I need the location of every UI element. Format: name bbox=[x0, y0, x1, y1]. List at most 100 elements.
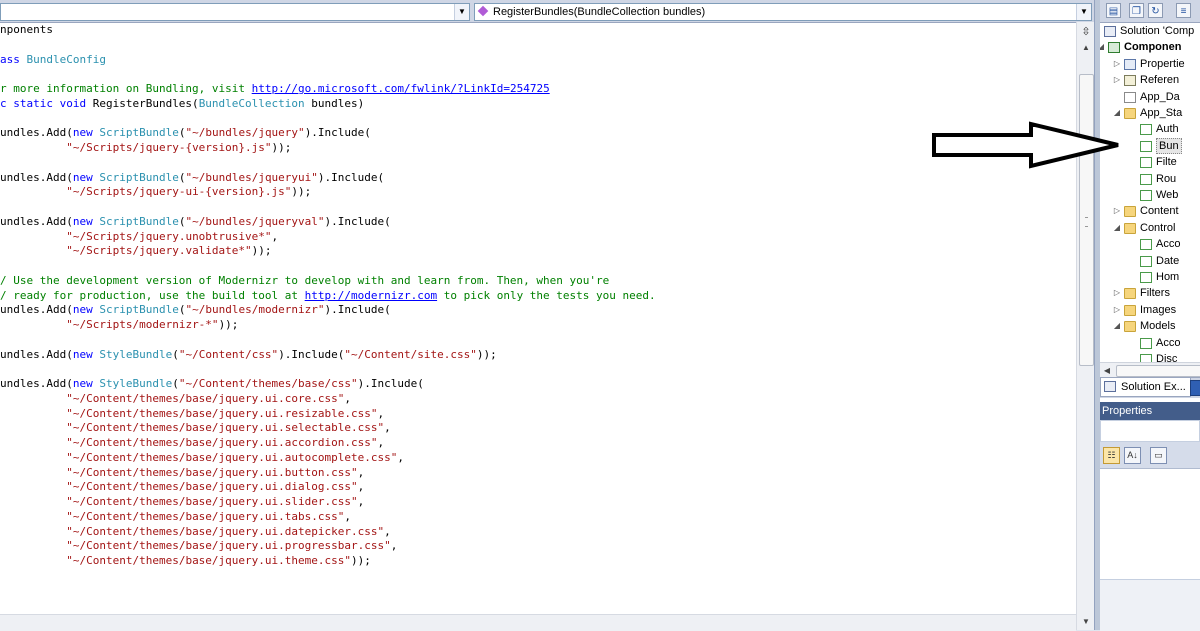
code-line[interactable]: "~/Content/themes/base/jquery.ui.resizab… bbox=[0, 407, 384, 422]
code-editor[interactable]: ▼ RegisterBundles(BundleCollection bundl… bbox=[0, 0, 1095, 631]
code-token: new bbox=[72, 303, 100, 317]
code-line[interactable]: ass BundleConfig bbox=[0, 53, 106, 68]
scrollbar-thumb[interactable] bbox=[1116, 365, 1200, 377]
code-line[interactable]: "~/Content/themes/base/jquery.ui.progres… bbox=[0, 539, 397, 554]
file-icon bbox=[1124, 91, 1136, 103]
expand-icon[interactable]: ▷ bbox=[1112, 203, 1122, 219]
chevron-down-icon[interactable]: ▼ bbox=[1076, 4, 1091, 20]
alphabetical-icon[interactable]: A↓ bbox=[1124, 447, 1141, 464]
expand-icon[interactable]: ▷ bbox=[1112, 285, 1122, 301]
code-link[interactable]: http://go.microsoft.com/fwlink/?LinkId=2… bbox=[252, 82, 550, 95]
code-token: )); bbox=[351, 554, 371, 567]
scroll-down-arrow-icon[interactable]: ▼ bbox=[1077, 614, 1095, 630]
properties-grid[interactable] bbox=[1100, 469, 1200, 579]
editor-bottom-bar bbox=[0, 614, 1076, 631]
code-text-area[interactable]: nponents ass BundleConfig r more informati… bbox=[0, 22, 1076, 614]
code-token: BundleCollection bbox=[198, 96, 305, 110]
categorized-icon[interactable]: ☷ bbox=[1103, 447, 1120, 464]
code-token: "~/Content/themes/base/jquery.ui.progres… bbox=[66, 539, 391, 553]
code-token: ( bbox=[172, 347, 179, 361]
solution-explorer-icon bbox=[1104, 381, 1116, 392]
tree-horizontal-scrollbar[interactable]: ◀ bbox=[1100, 362, 1200, 378]
code-line[interactable]: "~/Scripts/jquery-ui-{version}.js")); bbox=[0, 185, 311, 200]
code-line[interactable]: "~/Content/themes/base/jquery.ui.core.cs… bbox=[0, 392, 351, 407]
tab-solution-explorer[interactable]: Solution Ex... bbox=[1100, 378, 1191, 397]
code-line[interactable]: / Use the development version of Moderni… bbox=[0, 274, 609, 289]
code-line[interactable]: "~/Content/themes/base/jquery.ui.tabs.cs… bbox=[0, 510, 351, 525]
code-line[interactable]: "~/Content/themes/base/jquery.ui.slider.… bbox=[0, 495, 364, 510]
code-line[interactable]: c static void RegisterBundles(BundleColl… bbox=[0, 97, 364, 112]
code-token: bundles) bbox=[304, 96, 365, 110]
cs-icon bbox=[1140, 157, 1152, 169]
code-line[interactable]: / ready for production, use the build to… bbox=[0, 289, 656, 304]
refresh-icon[interactable]: ↻ bbox=[1148, 3, 1163, 18]
code-token: "~/Content/site.css" bbox=[344, 347, 477, 361]
code-token: "~/Content/themes/base/jquery.ui.autocom… bbox=[66, 450, 398, 464]
type-dropdown[interactable]: ▼ bbox=[0, 3, 470, 21]
code-token: ScriptBundle bbox=[99, 214, 179, 228]
scroll-up-arrow-icon[interactable]: ▲ bbox=[1077, 40, 1095, 56]
tab-team-explorer[interactable] bbox=[1190, 380, 1200, 396]
code-line[interactable]: "~/Scripts/jquery-{version}.js")); bbox=[0, 141, 291, 156]
cs-icon bbox=[1140, 173, 1152, 185]
code-line[interactable]: "~/Scripts/jquery.validate*")); bbox=[0, 244, 271, 259]
collapse-icon[interactable]: ◢ bbox=[1112, 318, 1122, 334]
properties-icon[interactable]: ▤ bbox=[1106, 3, 1121, 18]
chevron-down-icon[interactable]: ▼ bbox=[454, 4, 469, 20]
code-token: "~/Content/themes/base/jquery.ui.resizab… bbox=[66, 406, 378, 420]
collapse-icon[interactable]: ◢ bbox=[1112, 220, 1122, 236]
member-dropdown-value: RegisterBundles(BundleCollection bundles… bbox=[493, 6, 706, 18]
code-line[interactable]: undles.Add(new ScriptBundle("~/bundles/j… bbox=[0, 215, 391, 230]
expand-icon[interactable]: ▷ bbox=[1112, 56, 1122, 72]
code-token: new bbox=[72, 214, 100, 228]
code-token: "~/Scripts/jquery-ui-{version}.js" bbox=[66, 185, 292, 199]
code-line[interactable]: "~/Scripts/modernizr-*")); bbox=[0, 318, 238, 333]
code-line[interactable]: undles.Add(new StyleBundle("~/Content/th… bbox=[0, 377, 424, 392]
code-line[interactable]: nponents bbox=[0, 23, 53, 38]
code-line[interactable]: "~/Content/themes/base/jquery.ui.button.… bbox=[0, 466, 364, 481]
code-line[interactable]: r more information on Bundling, visit ht… bbox=[0, 82, 550, 97]
property-pages-icon[interactable]: ▭ bbox=[1150, 447, 1167, 464]
scroll-left-arrow-icon[interactable]: ◀ bbox=[1100, 363, 1114, 378]
vertical-scrollbar[interactable]: ⇳ ▲ ▼ bbox=[1076, 22, 1095, 630]
tree-item-label: App_Sta bbox=[1140, 107, 1183, 119]
annotation-arrow-icon bbox=[932, 121, 1119, 169]
code-line[interactable]: "~/Content/themes/base/jquery.ui.selecta… bbox=[0, 421, 391, 436]
code-line[interactable]: undles.Add(new ScriptBundle("~/bundles/j… bbox=[0, 171, 384, 186]
code-token: new bbox=[72, 347, 100, 361]
view-code-icon[interactable]: ≡ bbox=[1176, 3, 1191, 18]
collapse-icon[interactable]: ◢ bbox=[1100, 39, 1106, 55]
sol-icon bbox=[1104, 26, 1116, 37]
props-icon bbox=[1124, 58, 1136, 70]
code-token: "~/Content/themes/base/css" bbox=[178, 377, 358, 390]
code-line[interactable]: "~/Content/themes/base/jquery.ui.accordi… bbox=[0, 436, 384, 451]
code-line[interactable]: undles.Add(new ScriptBundle("~/bundles/j… bbox=[0, 126, 371, 141]
code-link[interactable]: http://modernizr.com bbox=[305, 289, 437, 302]
code-line[interactable]: "~/Content/themes/base/jquery.ui.autocom… bbox=[0, 451, 404, 466]
cs-icon bbox=[1140, 239, 1152, 251]
folder-icon bbox=[1124, 288, 1136, 300]
code-line[interactable]: undles.Add(new ScriptBundle("~/bundles/m… bbox=[0, 303, 391, 318]
code-token: ).Include( bbox=[317, 170, 385, 184]
show-all-files-icon[interactable]: ❐ bbox=[1129, 3, 1144, 18]
code-token: ScriptBundle bbox=[99, 170, 179, 184]
grip-icon bbox=[1085, 217, 1088, 227]
split-window-icon[interactable]: ⇳ bbox=[1080, 26, 1092, 38]
code-token: "~/Content/themes/base/jquery.ui.core.cs… bbox=[66, 391, 345, 405]
solution-tree[interactable]: Solution 'Comp ◢ Componen ▷ Propertie ▷ Refere… bbox=[1100, 22, 1200, 362]
tree-item-label: Web bbox=[1156, 189, 1179, 201]
code-line[interactable]: "~/Scripts/jquery.unobtrusive*", bbox=[0, 230, 278, 245]
cs-icon bbox=[1140, 272, 1152, 283]
expand-icon[interactable]: ▷ bbox=[1112, 302, 1122, 318]
code-line[interactable]: "~/Content/themes/base/jquery.ui.dialog.… bbox=[0, 480, 364, 495]
member-dropdown[interactable]: RegisterBundles(BundleCollection bundles… bbox=[474, 3, 1092, 21]
expand-icon[interactable]: ▷ bbox=[1112, 72, 1122, 88]
code-line[interactable]: "~/Content/themes/base/jquery.ui.datepic… bbox=[0, 525, 391, 540]
properties-object-selector[interactable] bbox=[1100, 420, 1200, 442]
code-line[interactable]: undles.Add(new StyleBundle("~/Content/cs… bbox=[0, 348, 497, 363]
code-line[interactable]: "~/Content/themes/base/jquery.ui.theme.c… bbox=[0, 554, 371, 569]
